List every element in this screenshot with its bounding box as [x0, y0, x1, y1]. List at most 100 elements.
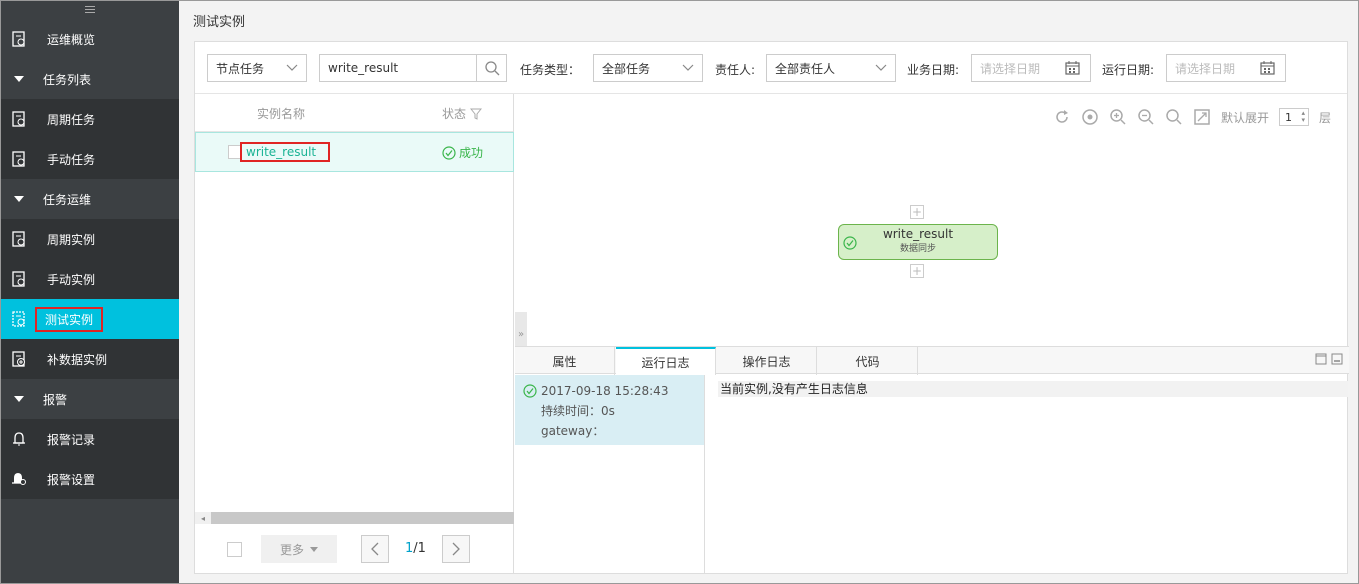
log-entry[interactable]: 2017-09-18 15:28:43 持续时间：0s gateway： [515, 375, 705, 445]
search-input[interactable]: write_result [319, 54, 507, 82]
tab-run-log[interactable]: 运行日志 [616, 347, 716, 375]
node-type-select[interactable]: 节点任务 [207, 54, 307, 82]
sidebar-group-task-ops[interactable]: 任务运维 [1, 179, 179, 219]
more-button[interactable]: 更多 [261, 535, 337, 563]
cycle-instance-icon [11, 231, 27, 247]
success-icon [442, 145, 456, 160]
node-title: write_result [882, 227, 954, 241]
expand-upstream-icon[interactable]: + [910, 205, 924, 219]
page-total: /1 [413, 541, 426, 556]
instance-name-link[interactable]: write_result [240, 142, 331, 162]
biz-date-picker[interactable]: 请选择日期 [971, 54, 1091, 82]
next-page-button[interactable] [442, 535, 470, 563]
tab-properties[interactable]: 属性 [515, 347, 615, 375]
biz-date-label: 业务日期: [907, 63, 960, 77]
chevron-right-icon [452, 542, 460, 556]
sidebar-item-label: 任务列表 [43, 72, 92, 87]
sidebar-item-alarm-settings[interactable]: 报警设置 [1, 459, 179, 499]
sidebar-item-label: 测试实例 [45, 312, 94, 327]
manual-instance-icon [11, 271, 27, 287]
tab-label: 代码 [855, 354, 880, 369]
expand-downstream-icon[interactable]: + [910, 264, 924, 278]
log-list-empty-area [515, 445, 705, 574]
search-button[interactable] [476, 55, 506, 81]
sidebar-item-label: 手动实例 [47, 272, 96, 287]
sidebar-item-overview[interactable]: 运维概览 [1, 19, 179, 59]
graph-and-logs: 默认展开 1 ▴▾ 层 + write_result 数据同步 + » 属性 [515, 94, 1349, 574]
sidebar-item-alarm-records[interactable]: 报警记录 [1, 419, 179, 459]
biz-date-placeholder: 请选择日期 [980, 61, 1041, 76]
log-time-row: 2017-09-18 15:28:43 [523, 381, 696, 401]
prev-page-button[interactable] [361, 535, 389, 563]
filter-icon[interactable] [470, 108, 483, 120]
caret-down-icon [310, 546, 318, 552]
sidebar-item-cycle-instance[interactable]: 周期实例 [1, 219, 179, 259]
sidebar-item-label: 周期任务 [47, 112, 96, 127]
task-type-select[interactable]: 全部任务 [593, 54, 703, 82]
zoom-out-icon[interactable] [1137, 108, 1155, 126]
node-type-value: 节点任务 [216, 61, 265, 76]
status-header-label: 状态 [442, 107, 467, 121]
page-title: 测试实例 [193, 15, 246, 30]
sidebar-item-manual-task[interactable]: 手动任务 [1, 139, 179, 179]
sidebar-item-label: 报警 [43, 392, 68, 407]
success-icon [523, 384, 537, 398]
graph-node[interactable]: write_result 数据同步 [838, 224, 998, 260]
caret-down-icon [11, 396, 27, 402]
status-badge: 成功 [442, 144, 483, 161]
sidebar-group-task-list[interactable]: 任务列表 [1, 59, 179, 99]
search-icon [484, 61, 499, 76]
chevron-down-icon [875, 61, 887, 76]
sidebar-item-backfill-instance[interactable]: 补数据实例 [1, 339, 179, 379]
run-date-label: 运行日期: [1102, 63, 1155, 77]
node-subtitle: 数据同步 [899, 244, 936, 254]
sidebar-item-label: 周期实例 [47, 232, 96, 247]
graph-toolbar: 默认展开 1 ▴ ▾ 层 [1053, 108, 1331, 126]
log-message: 当前实例,没有产生日志信息 [718, 381, 1348, 397]
bell-gear-icon [11, 471, 27, 487]
refresh-icon[interactable] [1053, 108, 1071, 126]
sidebar-item-test-instance[interactable]: 测试实例 [1, 299, 179, 339]
zoom-in-icon[interactable] [1109, 108, 1127, 126]
sidebar-group-alarm[interactable]: 报警 [1, 379, 179, 419]
test-instance-icon [11, 311, 27, 327]
success-icon [843, 236, 857, 253]
main-content: 测试实例 节点任务 write_result 任务类型： 全部任务 责任人: 全… [179, 1, 1358, 583]
minimize-icon[interactable] [1331, 353, 1343, 365]
owner-select[interactable]: 全部责任人 [766, 54, 896, 82]
stepper-arrows-icon[interactable]: ▴ ▾ [1301, 110, 1305, 124]
sidebar-item-manual-instance[interactable]: 手动实例 [1, 259, 179, 299]
search-value: write_result [328, 61, 399, 75]
horizontal-scrollbar[interactable]: ◂ [195, 512, 514, 524]
sidebar-item-label: 补数据实例 [47, 352, 108, 367]
sidebar-item-cycle-task[interactable]: 周期任务 [1, 99, 179, 139]
log-gateway: gateway： [541, 424, 605, 438]
select-all-checkbox[interactable] [227, 542, 242, 557]
run-date-placeholder: 请选择日期 [1175, 61, 1236, 76]
fullscreen-icon[interactable] [1193, 108, 1211, 126]
expand-level-stepper[interactable]: 1 ▴ ▾ [1278, 108, 1309, 126]
pagination: 更多 1/1 [195, 524, 514, 574]
log-duration: 持续时间：0s [541, 404, 615, 418]
instance-list: 实例名称 状态 write_result 成功 ◂ 更多 1/1 [195, 94, 514, 574]
locate-icon[interactable] [1081, 108, 1099, 126]
tab-label: 运行日志 [641, 355, 690, 370]
column-header-name: 实例名称 [257, 107, 306, 121]
bottom-tabs: 属性 运行日志 操作日志 代码 [515, 346, 1349, 375]
filter-bar: 节点任务 write_result 任务类型： 全部任务 责任人: 全部责任人 [195, 42, 1347, 94]
tab-code[interactable]: 代码 [818, 347, 918, 375]
page-indicator: 1/1 [405, 541, 426, 556]
log-time: 2017-09-18 15:28:43 [541, 384, 669, 398]
sidebar-item-label: 报警记录 [47, 432, 96, 447]
sidebar-collapse-toggle[interactable] [1, 1, 179, 19]
more-label: 更多 [279, 542, 304, 557]
run-date-picker[interactable]: 请选择日期 [1166, 54, 1286, 82]
scroll-left-icon[interactable]: ◂ [195, 512, 211, 524]
restore-icon[interactable] [1315, 353, 1327, 365]
search-icon[interactable] [1165, 108, 1183, 126]
task-type-value: 全部任务 [602, 61, 651, 76]
app-window: 运维概览 任务列表 周期任务 手动任务 任务运维 周期实例 手动实例 测试实例 … [0, 0, 1359, 584]
tab-operation-log[interactable]: 操作日志 [717, 347, 817, 375]
calendar-icon [1065, 61, 1080, 78]
table-row[interactable]: write_result 成功 [195, 132, 514, 172]
